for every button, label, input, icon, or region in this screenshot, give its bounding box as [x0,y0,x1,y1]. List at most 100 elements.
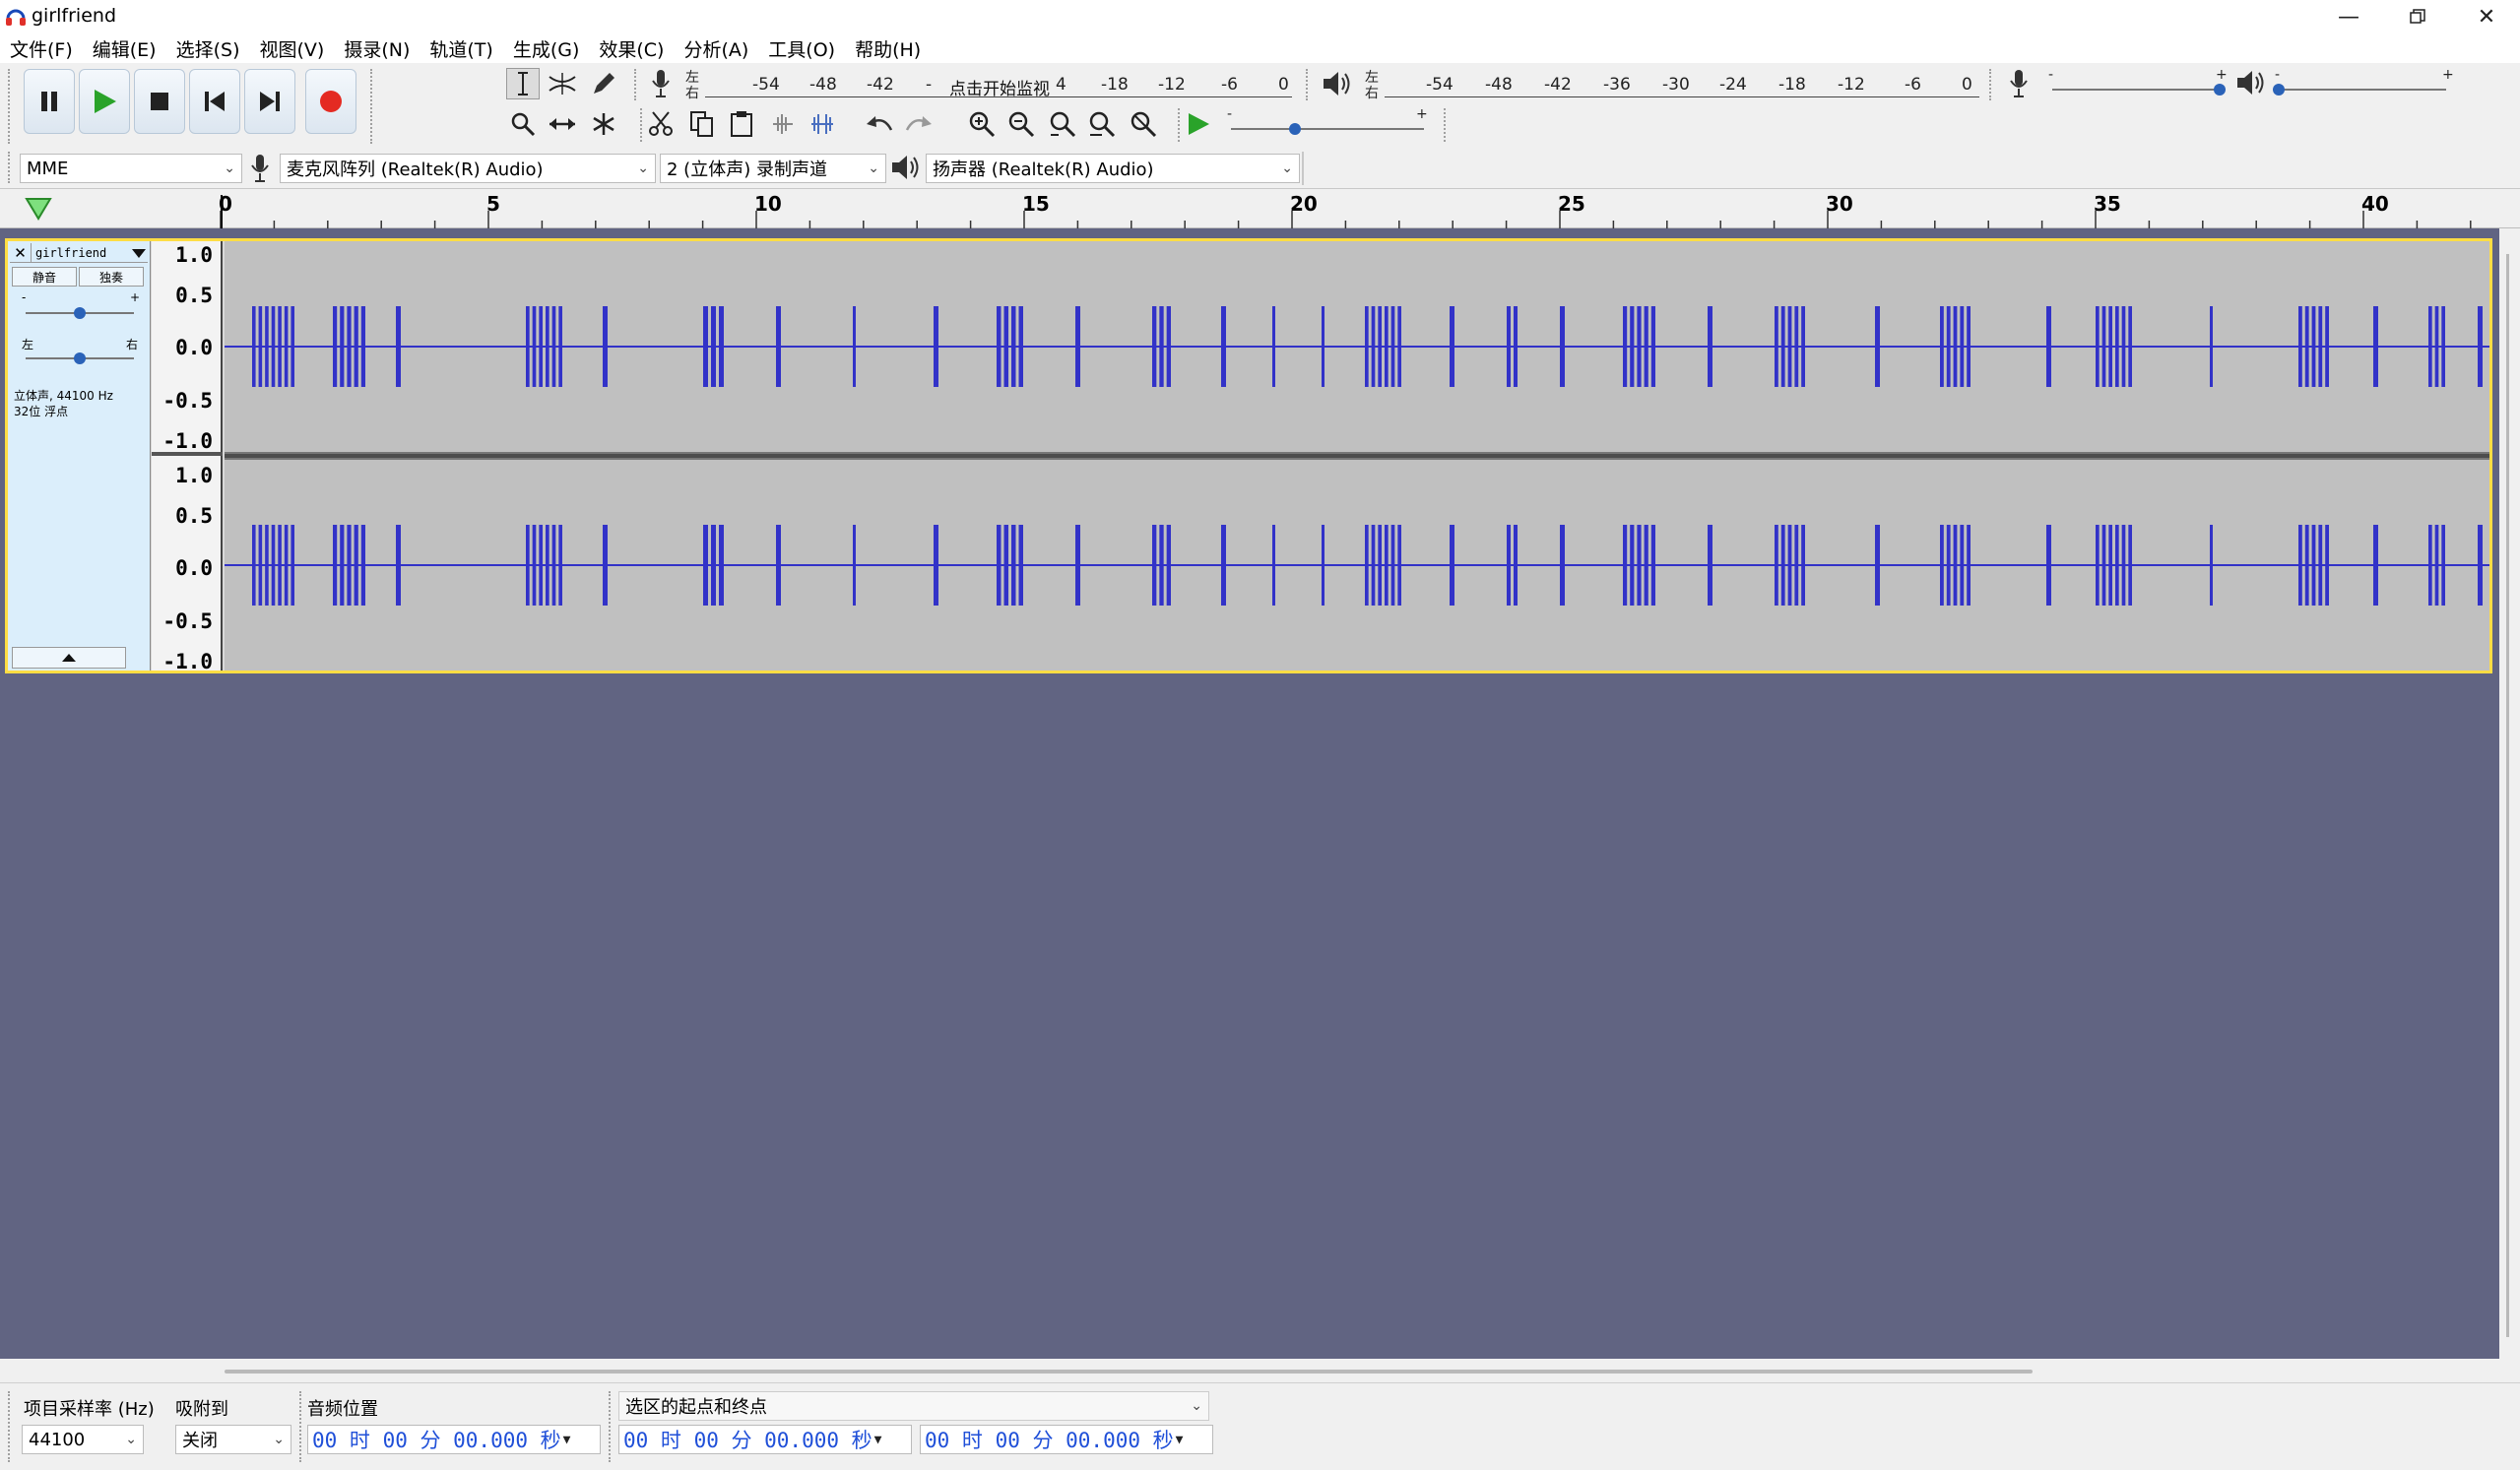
toolbar-end-grip[interactable] [1444,108,1450,142]
trim-audio-button[interactable] [766,108,800,140]
zoom-toggle-button[interactable] [1127,108,1160,140]
skip-to-start-button[interactable] [189,69,240,134]
time-format-arrow-icon[interactable]: ▼ [1176,1433,1184,1447]
draw-tool[interactable] [587,68,620,99]
play-meter-button[interactable] [1320,67,1353,100]
silence-audio-button[interactable] [806,108,839,140]
slider-thumb[interactable] [1288,123,1301,135]
envelope-tool[interactable] [546,68,579,99]
selection-end-time[interactable]: 00 时 00 分 00.000 秒 ▼ [920,1425,1213,1454]
gain-slider[interactable]: - + [22,290,140,324]
skip-to-end-button[interactable] [244,69,295,134]
minimize-button[interactable]: — [2314,0,2383,33]
record-button[interactable] [305,69,356,134]
collapse-track-button[interactable] [12,647,126,669]
track-name-menu[interactable]: girlfriend [32,246,130,260]
snap-to-select[interactable]: 关闭 ⌄ [175,1425,291,1454]
play-button[interactable] [79,69,130,134]
selection-start-value: 00 时 00 分 00.000 秒 [623,1429,872,1452]
selection-grip[interactable] [609,1391,614,1462]
recording-channels-select[interactable]: 2 (立体声) 录制声道 ⌄ [660,154,886,183]
menu-select[interactable]: 选择(S) [176,35,240,62]
close-track-button[interactable]: ✕ [10,242,32,263]
record-meter-grip[interactable] [634,69,640,100]
zoom-in-button[interactable] [965,108,999,140]
menu-tools[interactable]: 工具(O) [768,35,835,62]
menu-effect[interactable]: 效果(C) [599,35,664,62]
slider-thumb[interactable] [74,307,86,319]
menu-file[interactable]: 文件(F) [10,35,73,62]
zoom-out-button[interactable] [1004,108,1038,140]
horizontal-scrollbar[interactable] [225,1370,2033,1374]
audio-host-select[interactable]: MME ⌄ [20,154,242,183]
menu-view[interactable]: 视图(V) [260,35,325,62]
pause-button[interactable] [24,69,75,134]
slider-thumb[interactable] [74,352,86,364]
time-format-arrow-icon[interactable]: ▼ [874,1433,882,1447]
play-meter-tick: -12 [1838,75,1865,95]
time-shift-tool[interactable] [546,108,579,140]
right-channel-waveform[interactable] [225,460,2489,671]
mute-button[interactable]: 静音 [12,267,77,287]
fit-selection-button[interactable] [1046,108,1079,140]
device-toolbar-grip[interactable] [8,152,14,183]
selection-start-time[interactable]: 00 时 00 分 00.000 秒 ▼ [618,1425,912,1454]
vertical-scrollbar[interactable] [2506,254,2509,1337]
record-meter-button[interactable] [646,67,676,100]
menu-generate[interactable]: 生成(G) [513,35,580,62]
selection-tool[interactable] [506,68,540,99]
undo-button[interactable] [863,108,896,140]
cut-button[interactable] [644,108,678,140]
paste-button[interactable] [725,108,758,140]
menu-analyze[interactable]: 分析(A) [683,35,748,62]
left-channel-waveform[interactable] [225,241,2489,452]
timeline-tick-label: 30 [1826,192,1853,216]
play-meter-grip[interactable] [1306,69,1312,100]
record-meter[interactable]: -54 -48 -42 - 点击开始监视 4 -18 -12 -6 0 [705,69,1292,102]
playback-speed-slider[interactable]: - + [1225,106,1434,142]
timeline-ruler[interactable]: 0 5 10 15 20 25 30 35 40 [0,189,2520,228]
slider-thumb[interactable] [2214,84,2226,96]
play-icon [95,90,116,113]
record-volume-slider[interactable]: - + [2046,67,2229,102]
copy-button[interactable] [685,108,719,140]
play-at-speed-button[interactable] [1182,108,1215,140]
track-area[interactable]: ✕ girlfriend 静音 独奏 - + 左 右 立体声, 44100 Hz… [0,228,2499,1359]
tools-toolbar-grip[interactable] [370,69,376,144]
audio-position-time[interactable]: 00 时 00 分 00.000 秒 ▼ [307,1425,601,1454]
slider-thumb[interactable] [2273,84,2285,96]
menu-tracks[interactable]: 轨道(T) [429,35,492,62]
input-device-select[interactable]: 麦克风阵列 (Realtek(R) Audio) ⌄ [280,154,656,183]
output-device-select[interactable]: 扬声器 (Realtek(R) Audio) ⌄ [926,154,1300,183]
close-window-button[interactable]: ✕ [2452,0,2520,33]
solo-button[interactable]: 独奏 [79,267,144,287]
mixer-toolbar-grip[interactable] [1989,69,1995,100]
zoom-tool[interactable] [506,108,540,140]
selection-mode-select[interactable]: 选区的起点和终点 ⌄ [618,1391,1209,1421]
pan-slider[interactable]: 左 右 [22,336,140,369]
playback-volume-slider[interactable]: - + [2273,67,2456,102]
play-meter[interactable]: -54 -48 -42 -36 -30 -24 -18 -12 -6 0 [1385,69,1979,102]
fit-project-button[interactable] [1085,108,1119,140]
track-control-panel[interactable]: ✕ girlfriend 静音 独奏 - + 左 右 立体声, 44100 Hz… [8,241,151,671]
transport-toolbar-grip[interactable] [8,69,14,144]
stop-button[interactable] [134,69,185,134]
channel-separator[interactable] [225,452,2489,460]
restore-button[interactable] [2383,0,2452,33]
menu-edit[interactable]: 编辑(E) [93,35,157,62]
amplitude-ruler[interactable]: 1.0 0.5 0.0 -0.5 -1.0 1.0 0.5 0.0 -0.5 -… [152,241,223,673]
record-volume-icon [2009,69,2029,103]
play-meter-tick: -6 [1905,75,1921,95]
selection-toolbar-grip[interactable] [8,1391,14,1462]
menu-help[interactable]: 帮助(H) [855,35,921,62]
track-menu-chevron-icon[interactable] [130,246,148,260]
collapse-up-icon [62,654,76,662]
multi-tool[interactable] [587,108,620,140]
audio-position-grip[interactable] [299,1391,305,1462]
audio-track[interactable]: ✕ girlfriend 静音 独奏 - + 左 右 立体声, 44100 Hz… [5,238,2492,673]
play-meter-right-label: 右 [1365,86,1379,101]
project-rate-select[interactable]: 44100 ⌄ [22,1425,144,1454]
menu-transport[interactable]: 摄录(N) [344,35,410,62]
time-format-arrow-icon[interactable]: ▼ [563,1433,571,1447]
redo-button[interactable] [902,108,936,140]
